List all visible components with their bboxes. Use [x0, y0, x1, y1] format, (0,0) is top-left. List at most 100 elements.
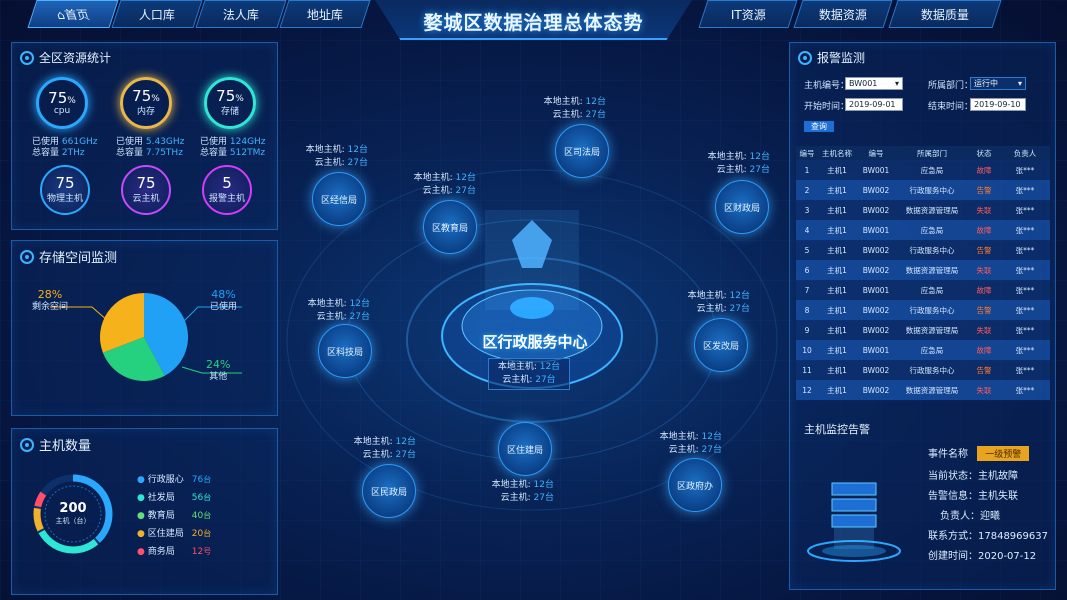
- table-cell: BW002: [862, 205, 890, 215]
- table-row[interactable]: 6 主机1 BW002 数据资源管理局 失联 张***: [796, 260, 1050, 280]
- node-stats: 本地主机: 12台 云主机: 27台: [353, 437, 416, 460]
- node-education[interactable]: 区教育局: [423, 200, 477, 254]
- node-economy[interactable]: 区经信局: [312, 172, 366, 226]
- tab-it-resources[interactable]: IT资源: [698, 0, 798, 28]
- host-monitor-title: 主机监控告警: [804, 423, 870, 436]
- table-cell: 张***: [1015, 325, 1035, 335]
- table-cell: 张***: [1015, 225, 1035, 235]
- table-row[interactable]: 1 主机1 BW001 应急局 故障 张***: [796, 160, 1050, 180]
- node-judicial[interactable]: 区司法局: [555, 124, 609, 178]
- memory-gauge: 75% 内存: [120, 77, 172, 129]
- table-cell: 主机1: [827, 365, 847, 375]
- node-development[interactable]: 区发改局: [694, 318, 748, 372]
- table-row[interactable]: 5 主机1 BW002 行政服务中心 告警 张***: [796, 240, 1050, 260]
- page-title: 婺城区数据治理总体态势: [423, 12, 644, 34]
- node-finance[interactable]: 区财政局: [715, 180, 769, 234]
- dept-select[interactable]: 运行中 ▾: [970, 77, 1026, 90]
- alarm-info-row: 告警信息：主机失联: [928, 491, 1018, 502]
- table-row[interactable]: 12 主机1 BW002 数据资源管理局 失联 张***: [796, 380, 1050, 400]
- table-cell: 1: [804, 165, 810, 175]
- node-science[interactable]: 区科技局: [318, 324, 372, 378]
- table-row[interactable]: 9 主机1 BW002 数据资源管理局 失联 张***: [796, 320, 1050, 340]
- table-cell: 张***: [1015, 365, 1035, 375]
- tab-data-resources[interactable]: 数据资源: [793, 0, 893, 28]
- host-id-select[interactable]: BW001 ▾: [845, 77, 903, 90]
- table-cell: 主机1: [827, 385, 847, 395]
- table-cell: 故障: [976, 225, 992, 235]
- table-cell: 主机1: [827, 305, 847, 315]
- table-cell: 张***: [1015, 245, 1035, 255]
- end-time-field[interactable]: 2019-09-10: [970, 98, 1026, 111]
- table-row[interactable]: 10 主机1 BW001 应急局 故障 张***: [796, 340, 1050, 360]
- alarm-title: 报警监测: [798, 49, 865, 66]
- table-cell: 失联: [976, 205, 992, 215]
- query-button[interactable]: 查询: [804, 121, 834, 132]
- table-cell: 7: [804, 285, 810, 295]
- node-stats: 本地主机: 12台 云主机: 27台: [491, 480, 554, 503]
- start-time-label: 开始时间：: [804, 102, 850, 112]
- table-cell: 告警: [976, 245, 992, 255]
- tab-address[interactable]: 地址库: [279, 0, 371, 28]
- host-id-label: 主机编号：: [804, 81, 850, 91]
- table-row[interactable]: 11 主机1 BW002 行政服务中心 告警 张***: [796, 360, 1050, 380]
- center-node-name: 区行政服务中心: [482, 333, 588, 351]
- table-cell: 主机1: [827, 205, 847, 215]
- cpu-stats: 已使用 661GHz 总容量 2THz: [32, 137, 98, 158]
- table-cell: 数据资源管理局: [905, 385, 959, 395]
- table-cell: 张***: [1015, 205, 1035, 215]
- table-cell: 张***: [1015, 265, 1035, 275]
- host-total: 200 主机（台）: [55, 501, 91, 525]
- table-cell: BW002: [862, 245, 890, 255]
- table-cell: 数据资源管理局: [905, 205, 959, 215]
- host-count-title: 主机数量: [20, 435, 91, 454]
- table-cell: BW002: [862, 365, 890, 375]
- legend-item: ● 区住建局 20台: [137, 529, 212, 539]
- table-cell: 6: [804, 265, 810, 275]
- tab-population[interactable]: 人口库: [111, 0, 203, 28]
- panel-icon: [20, 437, 34, 452]
- remaining-label: 28% 剩余空间: [32, 288, 69, 312]
- node-civil-affairs[interactable]: 区民政局: [362, 464, 416, 518]
- state-row: 当前状态：主机故障: [928, 471, 1018, 482]
- legend-item: ● 商务局 12号: [137, 547, 212, 557]
- table-cell: 数据资源管理局: [905, 265, 959, 275]
- table-cell: 张***: [1015, 185, 1035, 195]
- table-cell: 主机1: [827, 265, 847, 275]
- tab-data-quality[interactable]: 数据质量: [888, 0, 1002, 28]
- table-row[interactable]: 3 主机1 BW002 数据资源管理局 失联 张***: [796, 200, 1050, 220]
- table-cell: 11: [802, 365, 812, 375]
- panel-icon: [20, 50, 34, 65]
- table-cell: 张***: [1015, 385, 1035, 395]
- start-time-field[interactable]: 2019-09-01: [845, 98, 903, 111]
- table-cell: BW002: [862, 305, 890, 315]
- table-cell: BW002: [862, 185, 890, 195]
- table-cell: 行政服务中心: [909, 245, 955, 255]
- tab-legal[interactable]: 法人库: [195, 0, 287, 28]
- physical-host-badge: 75 物理主机: [40, 165, 90, 215]
- node-stats: 本地主机: 12台 云主机: 27台: [413, 173, 476, 196]
- warning-badge: 一级预警: [977, 446, 1030, 461]
- alarm-table: 编号 主机名称 编号 所属部门 状态 负责人 1 主机1 BW001 应急局 故障 张**…: [796, 146, 1050, 400]
- table-cell: BW001: [862, 345, 890, 355]
- table-cell: BW001: [862, 225, 890, 235]
- node-housing[interactable]: 区住建局: [498, 422, 552, 476]
- table-cell: 12: [802, 385, 812, 395]
- table-cell: 故障: [976, 345, 992, 355]
- table-row[interactable]: 2 主机1 BW002 行政服务中心 告警 张***: [796, 180, 1050, 200]
- table-row[interactable]: 8 主机1 BW002 行政服务中心 告警 张***: [796, 300, 1050, 320]
- cpu-gauge: 75% cpu: [36, 77, 88, 129]
- table-cell: 张***: [1015, 345, 1035, 355]
- table-cell: 应急局: [920, 345, 944, 355]
- resource-stats-title: 全区资源统计: [20, 49, 111, 66]
- table-cell: 主机1: [827, 245, 847, 255]
- alarm-panel: 报警监测 主机编号： BW001 ▾ 所属部门： 运行中 ▾ 开始时间： 2019-…: [789, 42, 1056, 590]
- table-cell: 张***: [1015, 165, 1035, 175]
- table-cell: BW002: [862, 325, 890, 335]
- node-government-office[interactable]: 区政府办: [668, 458, 722, 512]
- tab-home[interactable]: ⌂ 首页: [27, 0, 119, 28]
- table-cell: 行政服务中心: [909, 305, 955, 315]
- table-cell: 告警: [976, 185, 992, 195]
- table-row[interactable]: 4 主机1 BW001 应急局 故障 张***: [796, 220, 1050, 240]
- table-cell: 告警: [976, 365, 992, 375]
- table-row[interactable]: 7 主机1 BW001 应急局 故障 张***: [796, 280, 1050, 300]
